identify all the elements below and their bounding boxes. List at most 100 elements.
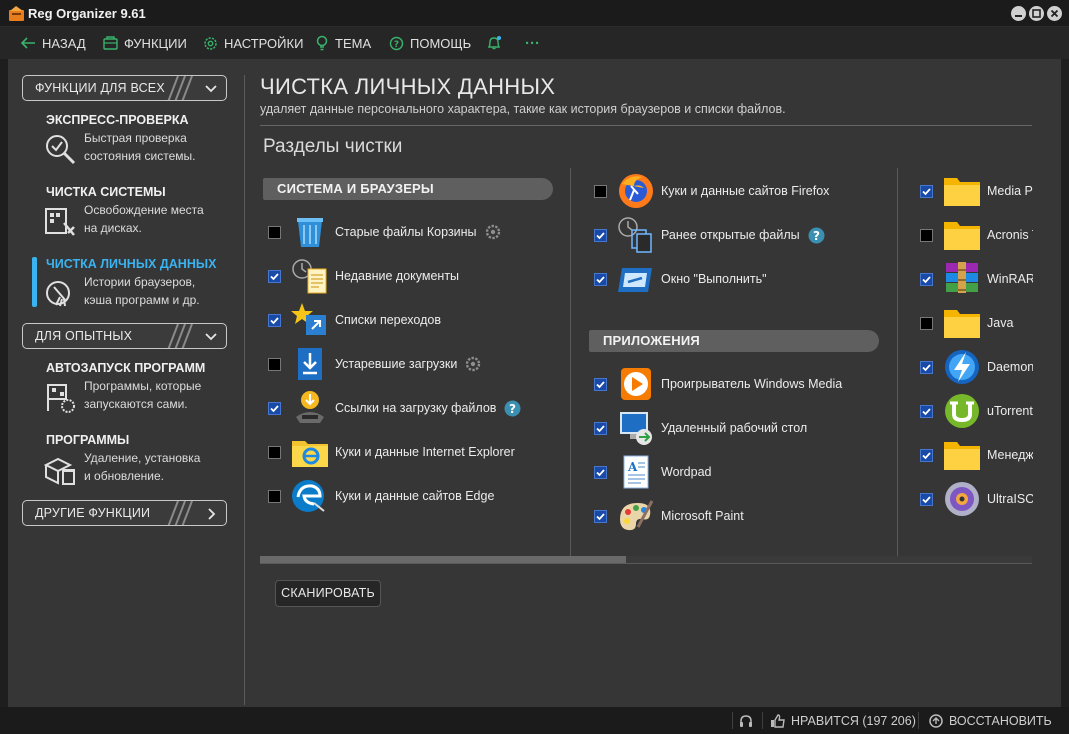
checkbox[interactable] xyxy=(920,228,933,242)
list-item[interactable]: Устаревшие загрузки xyxy=(268,345,481,383)
sidebar-item-autorun[interactable]: АВТОЗАПУСК ПРОГРАММ Программы, которые за… xyxy=(46,361,236,421)
check-icon xyxy=(922,275,931,283)
checkbox[interactable] xyxy=(594,272,607,286)
checkbox[interactable] xyxy=(594,377,607,391)
list-item[interactable]: Java xyxy=(920,304,1013,342)
check-icon xyxy=(922,407,931,415)
minimize-button[interactable] xyxy=(1011,6,1026,21)
headset-icon xyxy=(740,714,752,727)
column-separator xyxy=(570,168,571,563)
list-item[interactable]: Media Pla xyxy=(920,172,1033,210)
check-icon xyxy=(922,451,931,459)
stripes-decoration xyxy=(167,501,193,525)
checkbox[interactable] xyxy=(268,489,281,503)
ie-folder-icon xyxy=(292,441,328,467)
list-item[interactable]: UltraISO xyxy=(920,480,1033,518)
list-item[interactable]: Менедже xyxy=(920,436,1033,474)
checkbox[interactable] xyxy=(920,272,933,286)
notifications-button[interactable] xyxy=(486,27,508,59)
list-item[interactable]: Удаленный рабочий стол xyxy=(594,409,807,447)
checkbox[interactable] xyxy=(268,357,281,371)
list-item[interactable]: Старые файлы Корзины xyxy=(268,213,501,251)
sidebar-item-private-data[interactable]: ЧИСТКА ЛИЧНЫХ ДАННЫХ Истории браузеров, к… xyxy=(46,257,236,317)
checkbox[interactable] xyxy=(920,360,933,374)
window-title: Reg Organizer 9.61 xyxy=(28,6,146,21)
checkbox[interactable] xyxy=(268,225,281,239)
recycle-bin-icon xyxy=(297,218,323,247)
checkbox[interactable] xyxy=(268,401,281,415)
theme-button[interactable]: ТЕМА xyxy=(315,27,371,59)
gear-icon[interactable] xyxy=(465,356,481,372)
list-item[interactable]: Ранее открытые файлы ? xyxy=(594,216,825,254)
list-item[interactable]: Acronis Tr xyxy=(920,216,1033,254)
check-icon xyxy=(922,187,931,195)
check-icon xyxy=(596,231,605,239)
chevron-down-icon xyxy=(205,333,217,341)
list-item[interactable]: Недавние документы xyxy=(268,257,459,295)
checkbox[interactable] xyxy=(920,492,933,506)
settings-button[interactable]: НАСТРОЙКИ xyxy=(203,27,303,59)
svg-text:?: ? xyxy=(509,402,516,416)
check-icon xyxy=(922,495,931,503)
checkbox[interactable] xyxy=(594,421,607,435)
item-label: Media Pla xyxy=(987,184,1033,198)
checkbox[interactable] xyxy=(594,228,607,242)
support-button[interactable] xyxy=(738,707,759,734)
close-button[interactable] xyxy=(1047,6,1062,21)
checkbox[interactable] xyxy=(594,509,607,523)
checkbox[interactable] xyxy=(268,269,281,283)
checkbox[interactable] xyxy=(920,316,933,330)
list-item[interactable]: Куки и данные Internet Explorer xyxy=(268,433,515,471)
jump-list-icon xyxy=(291,303,326,335)
bottom-divider xyxy=(260,563,1032,564)
help-button[interactable]: ? ПОМОЩЬ xyxy=(389,27,471,59)
list-item[interactable]: WinRAR xyxy=(920,260,1033,298)
list-item[interactable]: Daemon T xyxy=(920,348,1033,386)
gear-icon xyxy=(204,36,217,50)
paint-icon xyxy=(620,500,654,531)
checkbox[interactable] xyxy=(594,184,607,198)
list-item[interactable]: Окно "Выполнить" xyxy=(594,260,767,298)
scan-button[interactable]: СКАНИРОВАТЬ xyxy=(275,580,381,607)
functions-icon xyxy=(103,36,118,50)
list-item[interactable]: Проигрыватель Windows Media xyxy=(594,365,842,403)
list-item[interactable]: A Wordpad xyxy=(594,453,712,491)
back-button[interactable]: НАЗАД xyxy=(20,27,86,59)
checkbox[interactable] xyxy=(268,313,281,327)
checkbox[interactable] xyxy=(268,445,281,459)
more-button[interactable]: ··· xyxy=(525,27,540,59)
maximize-button[interactable] xyxy=(1029,6,1044,21)
sidebar-item-express-check[interactable]: ЭКСПРЕСС-ПРОВЕРКА Быстрая проверка состоя… xyxy=(46,113,236,173)
check-icon xyxy=(922,363,931,371)
folder-icon xyxy=(944,442,980,470)
daemon-tools-icon xyxy=(945,350,979,384)
help-icon[interactable]: ? xyxy=(504,400,521,417)
checkbox[interactable] xyxy=(920,448,933,462)
section-other[interactable]: ДРУГИЕ ФУНКЦИИ xyxy=(22,500,227,526)
list-item[interactable]: uTorrent xyxy=(920,392,1033,430)
list-item[interactable]: Ссылки на загрузку файлов ? xyxy=(268,389,521,427)
section-experienced[interactable]: ДЛЯ ОПЫТНЫХ xyxy=(22,323,227,349)
checkbox[interactable] xyxy=(594,465,607,479)
list-item[interactable]: Куки и данные сайтов Firefox xyxy=(594,172,829,210)
sidebar-item-title: АВТОЗАПУСК ПРОГРАММ xyxy=(46,361,206,375)
checkbox[interactable] xyxy=(920,404,933,418)
checkbox[interactable] xyxy=(920,184,933,198)
list-item[interactable]: Microsoft Paint xyxy=(594,497,744,535)
check-icon xyxy=(596,512,605,520)
list-item[interactable]: Списки переходов xyxy=(268,301,441,339)
list-item[interactable]: Куки и данные сайтов Edge xyxy=(268,477,494,515)
sections-heading: Разделы чистки xyxy=(263,136,403,157)
sidebar-item-system-cleanup[interactable]: ЧИСТКА СИСТЕМЫ Освобождение места на диск… xyxy=(45,185,236,245)
title-divider xyxy=(260,125,1032,126)
functions-button[interactable]: ФУНКЦИИ xyxy=(103,27,187,59)
column-3: Media Pla Acronis Tr WinRAR Java Daemon … xyxy=(905,168,1033,558)
arrow-left-icon xyxy=(20,37,35,49)
restore-button[interactable]: ВОССТАНОВИТЬ xyxy=(928,707,1052,734)
like-button[interactable]: НРАВИТСЯ (197 206) xyxy=(770,707,916,734)
help-icon[interactable]: ? xyxy=(808,227,825,244)
sidebar-item-programs[interactable]: ПРОГРАММЫ Удаление, установка и обновлени… xyxy=(44,433,236,493)
section-for-all[interactable]: ФУНКЦИИ ДЛЯ ВСЕХ xyxy=(22,75,227,101)
gear-icon[interactable] xyxy=(485,224,501,240)
check-icon xyxy=(596,275,605,283)
